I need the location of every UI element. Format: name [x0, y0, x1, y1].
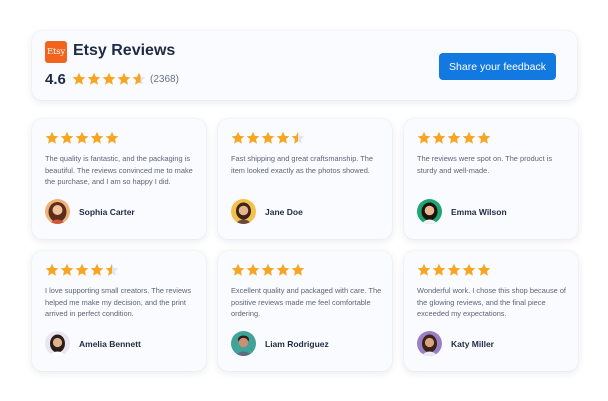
review-card: I love supporting small creators. The re… [32, 251, 206, 371]
star-icon [231, 263, 245, 276]
star-icon [132, 72, 146, 85]
reviewer-avatar [231, 331, 256, 356]
star-icon [447, 131, 461, 144]
reviews-header-card: Etsy Etsy Reviews 4.6 (2368) Share your … [32, 31, 577, 100]
review-stars [417, 263, 491, 277]
reviewer-name: Amelia Bennett [79, 339, 141, 349]
review-stars [417, 131, 491, 145]
star-icon [105, 263, 119, 276]
star-icon [105, 131, 119, 144]
reviewer-avatar [45, 331, 70, 356]
share-feedback-button[interactable]: Share your feedback [439, 53, 556, 80]
reviewer-avatar [417, 331, 442, 356]
star-icon [90, 263, 104, 276]
star-icon [246, 131, 260, 144]
review-text: The reviews were spot on. The product is… [417, 154, 553, 175]
etsy-logo: Etsy [45, 41, 67, 63]
average-rating: 4.6 [45, 71, 66, 88]
review-card: The quality is fantastic, and the packag… [32, 119, 206, 239]
star-icon [477, 131, 491, 144]
star-icon [462, 263, 476, 276]
star-icon [291, 131, 305, 144]
star-icon [261, 263, 275, 276]
widget-title: Etsy Reviews [73, 42, 176, 59]
star-icon [417, 131, 431, 144]
review-stars [231, 131, 305, 145]
review-card: Excellent quality and packaged with care… [218, 251, 392, 371]
review-card: Wonderful work. I chose this shop becaus… [404, 251, 578, 371]
star-icon [261, 131, 275, 144]
star-icon [432, 131, 446, 144]
review-text: I love supporting small creators. The re… [45, 286, 192, 318]
review-stars [45, 131, 119, 145]
star-icon [72, 72, 86, 85]
star-icon [75, 131, 89, 144]
star-icon [102, 72, 116, 85]
star-icon [246, 263, 260, 276]
reviewer-name: Katy Miller [451, 339, 494, 349]
star-icon [276, 131, 290, 144]
reviewer-avatar [231, 199, 256, 224]
star-icon [447, 263, 461, 276]
etsy-logo-text: Etsy [47, 47, 65, 57]
review-stars [45, 263, 119, 277]
star-icon [291, 263, 305, 276]
reviewer-name: Emma Wilson [451, 207, 507, 217]
star-icon [60, 263, 74, 276]
review-text: The quality is fantastic, and the packag… [45, 154, 193, 186]
reviewer-name: Sophia Carter [79, 207, 135, 217]
star-icon [432, 263, 446, 276]
reviewer-avatar [417, 199, 442, 224]
star-icon [45, 131, 59, 144]
star-icon [60, 131, 74, 144]
review-count: (2368) [150, 74, 179, 85]
star-icon [87, 72, 101, 85]
reviewer-name: Jane Doe [265, 207, 303, 217]
average-rating-stars [72, 72, 146, 86]
star-icon [276, 263, 290, 276]
star-icon [462, 131, 476, 144]
star-icon [231, 131, 245, 144]
review-stars [231, 263, 305, 277]
star-icon [477, 263, 491, 276]
review-card: Fast shipping and great craftsmanship. T… [218, 119, 392, 239]
star-icon [45, 263, 59, 276]
review-card: The reviews were spot on. The product is… [404, 119, 578, 239]
star-icon [75, 263, 89, 276]
star-icon [417, 263, 431, 276]
star-icon [117, 72, 131, 85]
star-icon [90, 131, 104, 144]
review-text: Excellent quality and packaged with care… [231, 286, 382, 318]
review-text: Wonderful work. I chose this shop becaus… [417, 286, 566, 318]
review-text: Fast shipping and great craftsmanship. T… [231, 154, 374, 175]
reviewer-avatar [45, 199, 70, 224]
reviewer-name: Liam Rodriguez [265, 339, 329, 349]
